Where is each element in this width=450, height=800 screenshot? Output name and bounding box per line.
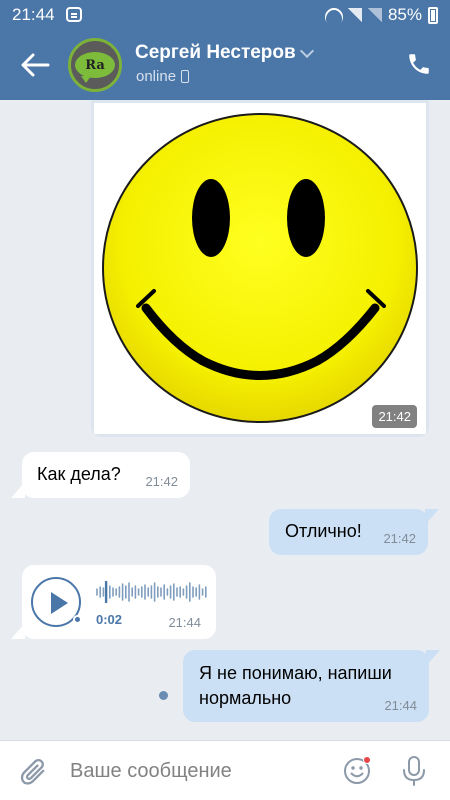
message-time: 21:42 (145, 474, 178, 489)
outgoing-message[interactable]: Отлично! 21:42 (269, 509, 439, 555)
image-message[interactable]: 21:42 (91, 100, 429, 437)
smiley-face-image (102, 113, 418, 423)
chevron-down-icon (299, 43, 314, 59)
phone-call-icon[interactable] (406, 51, 432, 77)
avatar-logo: Ra (75, 52, 115, 83)
battery-percent: 85% (387, 5, 422, 24)
contact-status: online (136, 68, 190, 85)
avatar[interactable]: Ra (68, 38, 122, 92)
message-time: 21:42 (372, 405, 417, 428)
unlistened-indicator (73, 615, 82, 624)
contact-name-label: Сергей Нестеров (135, 42, 296, 63)
chat-header: Ra Сергей Нестеров online (0, 30, 450, 100)
online-status-label: online (136, 68, 177, 85)
message-list[interactable]: 21:42 Как дела? 21:42 Отлично! 21:42 0:0… (0, 100, 450, 740)
wifi-icon (324, 8, 342, 22)
notification-badge (363, 756, 371, 764)
outgoing-message[interactable]: Я не понимаю, напиши нормально 21:44 (183, 650, 440, 722)
back-arrow-icon[interactable] (20, 52, 50, 78)
attach-icon[interactable] (20, 757, 48, 787)
voice-waveform[interactable] (96, 581, 208, 603)
battery-icon (428, 6, 438, 24)
voice-duration: 0:02 (96, 612, 123, 627)
mobile-device-icon (181, 70, 190, 83)
microphone-icon[interactable] (401, 755, 427, 787)
image-attachment[interactable]: 21:42 (94, 103, 426, 434)
unread-indicator (159, 691, 168, 700)
status-time: 21:44 (12, 5, 55, 24)
message-input[interactable] (70, 755, 310, 787)
notification-icon (66, 7, 82, 22)
message-text: Как дела? (37, 464, 121, 484)
message-time: 21:42 (383, 531, 416, 546)
signal-icon (347, 8, 362, 22)
contact-name[interactable]: Сергей Нестеров (135, 42, 314, 64)
incoming-message[interactable]: Как дела? 21:42 (11, 452, 190, 498)
status-bar: 21:44 85% (0, 0, 450, 30)
message-text: Отлично! (285, 521, 362, 541)
status-indicators: 85% (324, 5, 438, 25)
message-time: 21:44 (168, 615, 201, 630)
message-time: 21:44 (384, 698, 417, 713)
signal-icon-secondary (367, 8, 382, 22)
message-composer (0, 740, 450, 800)
play-icon[interactable] (31, 577, 82, 627)
voice-message[interactable]: 0:02 21:44 (11, 565, 216, 639)
